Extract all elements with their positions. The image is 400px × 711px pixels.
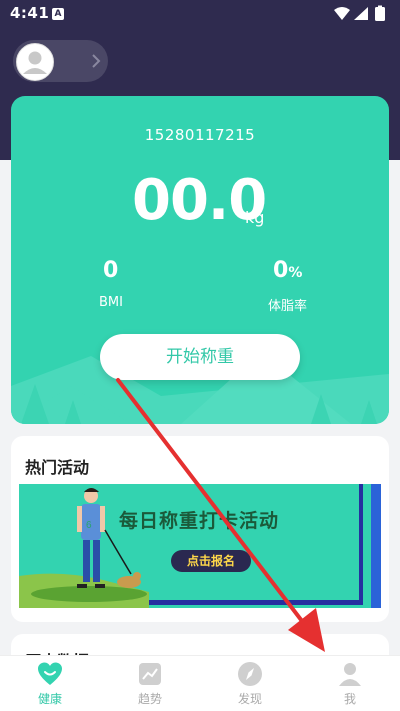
battery-icon <box>375 7 385 21</box>
chevron-right-icon <box>92 54 101 68</box>
wifi-icon <box>334 7 350 20</box>
body-fat-value: 0% <box>273 258 303 283</box>
tab-health-label: 健康 <box>37 692 62 706</box>
tab-me-label: 我 <box>343 692 356 706</box>
bottom-navigation: 健康 趋势 发现 我 <box>0 655 400 711</box>
bmi-label: BMI <box>99 295 123 310</box>
banner-headline: 每日称重打卡活动 <box>119 510 280 532</box>
body-fat-label: 体脂率 <box>268 299 308 314</box>
tab-discover-label: 发现 <box>237 692 262 706</box>
compass-icon <box>238 662 262 686</box>
signal-icon <box>354 7 368 20</box>
person-icon <box>339 663 361 686</box>
status-icons <box>334 5 385 21</box>
status-bar: 4:41 A <box>0 0 400 28</box>
heart-icon <box>38 662 62 685</box>
tab-trend[interactable]: 趋势 <box>100 660 200 710</box>
notification-icon: A <box>52 8 64 20</box>
status-time: 4:41 <box>10 4 50 22</box>
user-avatar-icon <box>23 51 47 74</box>
hot-activities-card: 热门活动 6 每日称重打卡活动 点击报名 <box>11 436 389 622</box>
profile-switcher[interactable] <box>13 40 108 82</box>
banner-illustration: 6 <box>19 484 381 608</box>
figure-number: 6 <box>86 520 92 531</box>
bmi-value: 0 <box>103 258 119 283</box>
weight-unit: kg <box>245 208 265 227</box>
tab-discover[interactable]: 发现 <box>200 660 300 710</box>
trend-chart-icon <box>139 663 161 685</box>
tab-health[interactable]: 健康 <box>0 660 100 710</box>
avatar[interactable] <box>16 43 54 81</box>
weight-card: 15280117215 00.0 kg 0 BMI 0% 体脂率 开始称重 <box>11 96 389 424</box>
register-button[interactable]: 点击报名 <box>171 550 251 572</box>
tab-me[interactable]: 我 <box>300 660 400 710</box>
hot-activities-title: 热门活动 <box>25 458 90 477</box>
user-phone: 15280117215 <box>144 126 256 144</box>
tab-trend-label: 趋势 <box>137 692 162 706</box>
activity-banner[interactable]: 6 每日称重打卡活动 点击报名 <box>19 484 381 608</box>
start-weighing-button[interactable]: 开始称重 <box>100 334 300 380</box>
